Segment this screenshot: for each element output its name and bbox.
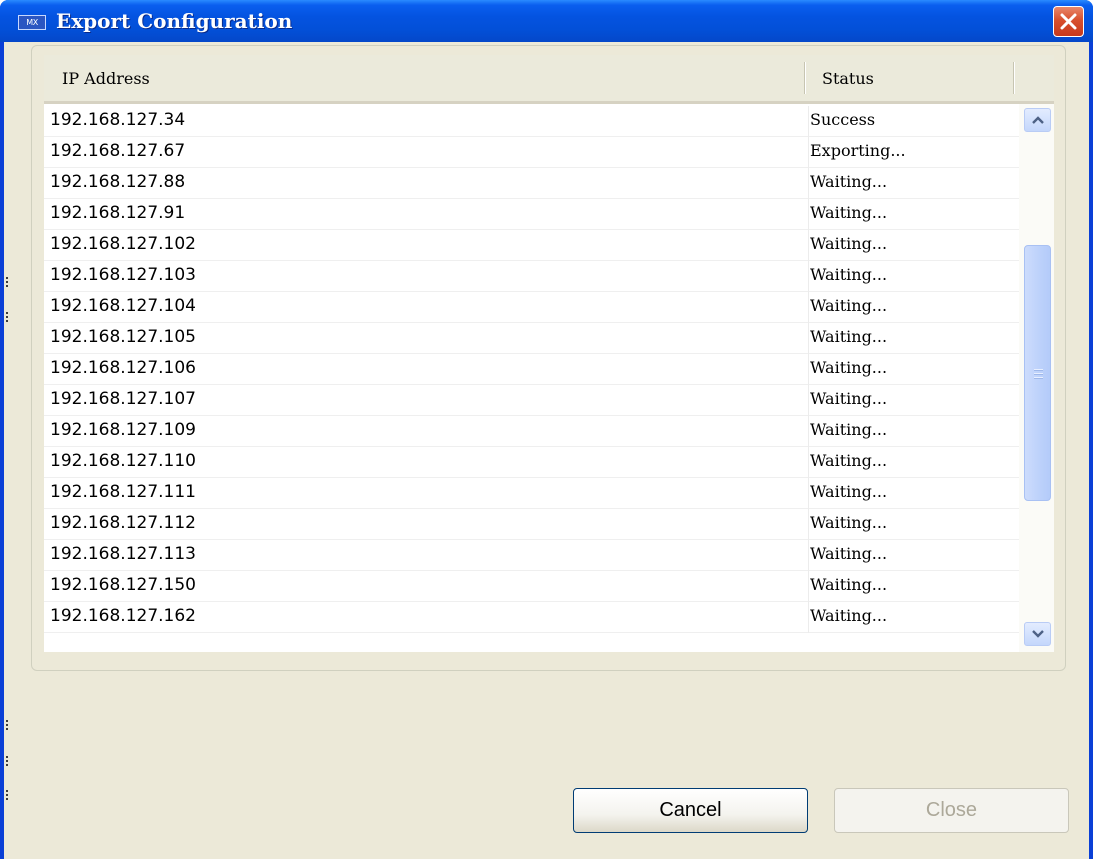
cell-divider: [808, 571, 809, 602]
ip-address-cell: 192.168.127.67: [50, 141, 186, 161]
app-icon: MX: [18, 15, 46, 30]
status-cell: Waiting...: [810, 203, 888, 222]
cell-divider: [808, 230, 809, 261]
list-row[interactable]: 192.168.127.106 Waiting...: [44, 354, 1019, 385]
status-cell: Waiting...: [810, 420, 888, 439]
status-cell: Waiting...: [810, 172, 888, 191]
window-title: Export Configuration: [56, 9, 293, 33]
cell-divider: [808, 261, 809, 292]
cell-divider: [808, 602, 809, 633]
cell-divider: [808, 168, 809, 199]
list-row[interactable]: 192.168.127.110 Waiting...: [44, 447, 1019, 478]
cell-divider: [808, 540, 809, 571]
cell-divider: [808, 509, 809, 540]
cell-divider: [808, 323, 809, 354]
list-row[interactable]: 192.168.127.105 Waiting...: [44, 323, 1019, 354]
ip-address-cell: 192.168.127.105: [50, 327, 197, 347]
list-row[interactable]: 192.168.127.162 Waiting...: [44, 602, 1019, 633]
ip-address-cell: 192.168.127.162: [50, 606, 197, 626]
ip-address-cell: 192.168.127.102: [50, 234, 197, 254]
status-cell: Waiting...: [810, 513, 888, 532]
list-row[interactable]: 192.168.127.107 Waiting...: [44, 385, 1019, 416]
cell-divider: [808, 478, 809, 509]
cell-divider: [808, 106, 809, 137]
status-cell: Waiting...: [810, 327, 888, 346]
column-divider[interactable]: [804, 62, 806, 94]
cell-divider: [808, 199, 809, 230]
list-row[interactable]: 192.168.127.88 Waiting...: [44, 168, 1019, 199]
close-x-icon: [1060, 13, 1077, 30]
cell-divider: [808, 292, 809, 323]
cell-divider: [808, 385, 809, 416]
cell-divider: [808, 354, 809, 385]
background-edge-marks: [6, 0, 10, 859]
ip-address-cell: 192.168.127.91: [50, 203, 186, 223]
ip-address-cell: 192.168.127.88: [50, 172, 186, 192]
cell-divider: [808, 447, 809, 478]
list-row[interactable]: 192.168.127.103 Waiting...: [44, 261, 1019, 292]
list-header: IP Address Status: [44, 55, 1054, 104]
list-row[interactable]: 192.168.127.112 Waiting...: [44, 509, 1019, 540]
list-row[interactable]: 192.168.127.104 Waiting...: [44, 292, 1019, 323]
close-window-button[interactable]: [1053, 6, 1084, 37]
ip-address-cell: 192.168.127.106: [50, 358, 197, 378]
grip-icon: [1034, 369, 1043, 379]
close-button[interactable]: Close: [834, 788, 1069, 833]
status-cell: Waiting...: [810, 389, 888, 408]
chevron-down-icon: [1032, 630, 1044, 638]
ip-address-cell: 192.168.127.103: [50, 265, 197, 285]
status-cell: Waiting...: [810, 544, 888, 563]
vertical-scrollbar[interactable]: [1019, 104, 1054, 652]
scroll-up-button[interactable]: [1024, 108, 1051, 132]
column-header-ip-address[interactable]: IP Address: [62, 69, 150, 88]
ip-address-cell: 192.168.127.104: [50, 296, 197, 316]
ip-address-cell: 192.168.127.112: [50, 513, 197, 533]
status-cell: Waiting...: [810, 358, 888, 377]
ip-address-cell: 192.168.127.113: [50, 544, 197, 564]
status-cell: Waiting...: [810, 451, 888, 470]
ip-address-cell: 192.168.127.109: [50, 420, 197, 440]
ip-address-cell: 192.168.127.110: [50, 451, 197, 471]
status-cell: Success: [810, 110, 876, 129]
status-cell: Waiting...: [810, 606, 888, 625]
ip-status-list[interactable]: IP Address Status 192.168.127.34 Success 1…: [44, 55, 1054, 652]
title-bar[interactable]: MX Export Configuration: [0, 0, 1093, 42]
cancel-button[interactable]: Cancel: [573, 788, 808, 833]
cell-divider: [808, 137, 809, 168]
list-rows: 192.168.127.34 Success 192.168.127.67 Expor…: [44, 106, 1019, 633]
cell-divider: [808, 416, 809, 447]
ip-address-cell: 192.168.127.107: [50, 389, 197, 409]
status-cell: Waiting...: [810, 296, 888, 315]
chevron-up-icon: [1032, 116, 1044, 124]
list-row[interactable]: 192.168.127.91 Waiting...: [44, 199, 1019, 230]
list-row[interactable]: 192.168.127.111 Waiting...: [44, 478, 1019, 509]
ip-address-cell: 192.168.127.34: [50, 110, 186, 130]
list-row[interactable]: 192.168.127.150 Waiting...: [44, 571, 1019, 602]
scrollbar-thumb[interactable]: [1024, 245, 1051, 501]
status-cell: Waiting...: [810, 234, 888, 253]
ip-address-cell: 192.168.127.111: [50, 482, 197, 502]
list-row[interactable]: 192.168.127.109 Waiting...: [44, 416, 1019, 447]
ip-address-cell: 192.168.127.150: [50, 575, 197, 595]
scroll-down-button[interactable]: [1024, 622, 1051, 646]
status-cell: Waiting...: [810, 575, 888, 594]
list-row[interactable]: 192.168.127.34 Success: [44, 106, 1019, 137]
list-row[interactable]: 192.168.127.113 Waiting...: [44, 540, 1019, 571]
column-header-status[interactable]: Status: [822, 69, 874, 88]
list-row[interactable]: 192.168.127.67 Exporting...: [44, 137, 1019, 168]
status-cell: Waiting...: [810, 482, 888, 501]
list-row[interactable]: 192.168.127.102 Waiting...: [44, 230, 1019, 261]
status-cell: Waiting...: [810, 265, 888, 284]
column-divider[interactable]: [1013, 62, 1015, 94]
status-cell: Exporting...: [810, 141, 906, 160]
